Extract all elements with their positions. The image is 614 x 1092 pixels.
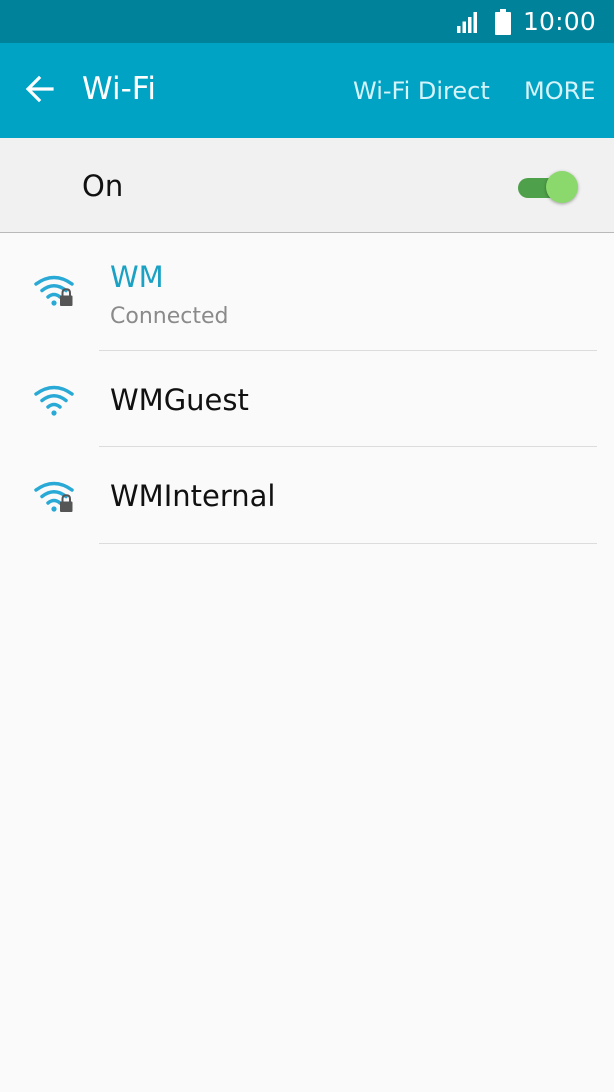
more-button[interactable]: MORE: [524, 77, 595, 105]
switch-thumb: [546, 171, 578, 203]
status-indicators: 10:00: [456, 0, 596, 43]
network-item-wmguest[interactable]: WMGuest: [0, 351, 614, 447]
wifi-switch[interactable]: [518, 171, 580, 203]
divider: [99, 543, 597, 544]
network-name: WMInternal: [110, 479, 276, 513]
wifi-secured-icon: [34, 274, 78, 308]
network-item-wm[interactable]: WM Connected: [0, 234, 614, 351]
wifi-icon: [34, 384, 78, 418]
network-name: WM: [110, 260, 164, 294]
status-bar: 10:00: [0, 0, 614, 43]
cell-signal-icon: [456, 11, 479, 33]
arrow-back-icon: [24, 73, 56, 110]
wifi-toggle-label: On: [82, 169, 124, 203]
back-button[interactable]: [22, 73, 58, 109]
app-bar: Wi-Fi Wi-Fi Direct MORE: [0, 43, 614, 138]
status-time: 10:00: [522, 7, 596, 36]
battery-icon: [494, 8, 511, 35]
network-name: WMGuest: [110, 383, 249, 417]
network-item-wminternal[interactable]: WMInternal: [0, 447, 614, 544]
wifi-secured-icon: [34, 480, 78, 514]
page-title: Wi-Fi: [82, 71, 156, 107]
wifi-direct-button[interactable]: Wi-Fi Direct: [353, 77, 490, 105]
network-list: WM Connected WMGuest WMInternal: [0, 234, 614, 544]
network-status: Connected: [110, 304, 229, 329]
wifi-toggle-row[interactable]: On: [0, 138, 614, 233]
